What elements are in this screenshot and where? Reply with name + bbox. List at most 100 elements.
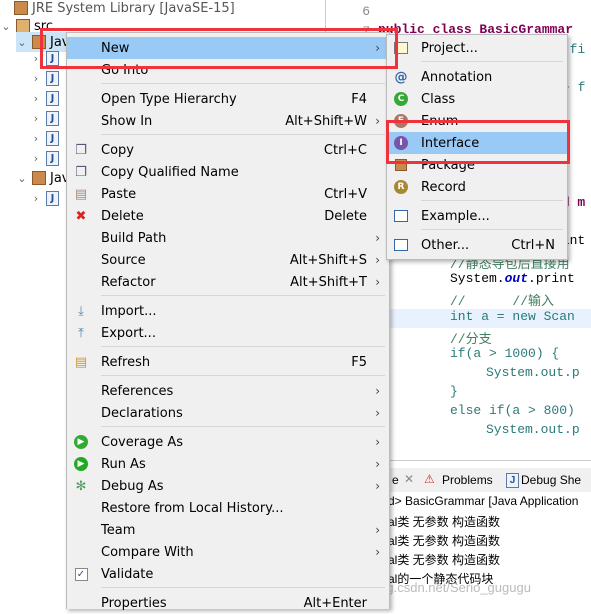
chevron-right-icon: › bbox=[375, 406, 380, 420]
menu-item-refactor[interactable]: Refactor Alt+Shift+T › bbox=[67, 271, 389, 293]
chevron-down-icon[interactable]: ⌄ bbox=[0, 20, 12, 33]
menu-item-references[interactable]: References › bbox=[67, 380, 389, 402]
menu-separator bbox=[421, 61, 563, 62]
code-line: //分支 bbox=[450, 332, 492, 347]
menu-item-record[interactable]: R Record bbox=[387, 176, 567, 198]
paste-icon: ▤ bbox=[74, 186, 88, 202]
console-output-line: al类 无参数 构造函数 bbox=[388, 553, 501, 567]
tree-item-file[interactable]: › J bbox=[30, 148, 59, 168]
menu-item-label: References bbox=[101, 383, 174, 399]
tree-item-file[interactable]: › J bbox=[30, 88, 59, 108]
tree-item-file[interactable]: › J bbox=[30, 108, 59, 128]
tab-problems[interactable]: Problems bbox=[442, 473, 493, 487]
menu-item-label: Run As bbox=[101, 456, 146, 472]
menu-item-project[interactable]: Project... bbox=[387, 37, 567, 59]
menu-item-label: Copy bbox=[101, 142, 134, 158]
menu-item-label: Refactor bbox=[101, 274, 156, 290]
menu-item-class[interactable]: C Class bbox=[387, 88, 567, 110]
chevron-right-icon[interactable]: › bbox=[30, 72, 42, 85]
chevron-right-icon[interactable]: › bbox=[30, 92, 42, 105]
menu-separator bbox=[101, 375, 385, 376]
menu-item-copy-qualified-name[interactable]: ❐ Copy Qualified Name bbox=[67, 161, 389, 183]
tab-debug-shell[interactable]: Debug She bbox=[521, 473, 581, 487]
context-menu: New › Go Into Open Type Hierarchy F4 Show In A… bbox=[66, 32, 390, 611]
menu-item-show-in[interactable]: Show In Alt+Shift+W › bbox=[67, 110, 389, 132]
menu-item-delete[interactable]: ✖ Delete Delete bbox=[67, 205, 389, 227]
menu-item-other[interactable]: Other... Ctrl+N bbox=[387, 234, 567, 256]
menu-item-debug-as[interactable]: ✻ Debug As › bbox=[67, 475, 389, 497]
chevron-right-icon: › bbox=[375, 231, 380, 245]
package-icon bbox=[32, 171, 46, 185]
menu-item-export[interactable]: ⤒ Export... bbox=[67, 322, 389, 344]
chevron-right-icon[interactable]: › bbox=[30, 192, 42, 205]
shortcut-label: Ctrl+C bbox=[323, 142, 367, 158]
chevron-right-icon[interactable]: › bbox=[30, 132, 42, 145]
wizard-icon bbox=[393, 237, 409, 253]
shortcut-label: F5 bbox=[351, 354, 367, 370]
library-icon bbox=[14, 1, 28, 15]
menu-item-restore-from-local-history[interactable]: Restore from Local History... bbox=[67, 497, 389, 519]
tree-item-file[interactable]: › J bbox=[30, 188, 59, 208]
tab-console[interactable]: e bbox=[392, 473, 399, 487]
menu-item-label: Build Path bbox=[101, 230, 167, 246]
menu-item-example[interactable]: Example... bbox=[387, 205, 567, 227]
menu-separator bbox=[101, 134, 385, 135]
example-icon bbox=[393, 208, 409, 224]
menu-item-run-as[interactable]: ▶ Run As › bbox=[67, 453, 389, 475]
menu-item-source[interactable]: Source Alt+Shift+S › bbox=[67, 249, 389, 271]
menu-item-open-type-hierarchy[interactable]: Open Type Hierarchy F4 bbox=[67, 88, 389, 110]
menu-item-label: Import... bbox=[101, 303, 157, 319]
chevron-right-icon[interactable]: › bbox=[30, 152, 42, 165]
menu-item-label: Team bbox=[101, 522, 136, 538]
menu-item-label: Properties bbox=[101, 595, 167, 611]
menu-item-label: Paste bbox=[101, 186, 137, 202]
menu-separator bbox=[421, 200, 563, 201]
line-number: 6 bbox=[362, 4, 370, 19]
menu-item-build-path[interactable]: Build Path › bbox=[67, 227, 389, 249]
menu-item-properties[interactable]: Properties Alt+Enter bbox=[67, 592, 389, 614]
code-line: int a = new Scan bbox=[450, 309, 575, 324]
code-line: if(a > 1000) { bbox=[450, 346, 560, 361]
menu-separator bbox=[101, 83, 385, 84]
menu-item-annotation[interactable]: @ Annotation bbox=[387, 66, 567, 88]
chevron-down-icon[interactable]: ⌄ bbox=[16, 172, 28, 185]
shortcut-label: Alt+Shift+W bbox=[285, 113, 367, 129]
export-icon: ⤒ bbox=[78, 325, 84, 341]
code-line: // //输入 bbox=[450, 294, 555, 309]
menu-item-label: Annotation bbox=[421, 69, 493, 85]
record-icon: R bbox=[393, 179, 409, 195]
chevron-down-icon[interactable]: ⌄ bbox=[16, 36, 28, 49]
highlight-box-interface bbox=[386, 120, 570, 164]
menu-item-declarations[interactable]: Declarations › bbox=[67, 402, 389, 424]
source-folder-icon bbox=[16, 19, 30, 33]
menu-item-label: Coverage As bbox=[101, 434, 184, 450]
menu-item-compare-with[interactable]: Compare With › bbox=[67, 541, 389, 563]
menu-item-label: Export... bbox=[101, 325, 156, 341]
menu-item-refresh[interactable]: ▤ Refresh F5 bbox=[67, 351, 389, 373]
menu-item-team[interactable]: Team › bbox=[67, 519, 389, 541]
copy-qualified-icon: ❐ bbox=[75, 164, 87, 180]
java-file-warning-icon: J bbox=[46, 130, 59, 146]
tree-item-file[interactable]: › J bbox=[30, 68, 59, 88]
menu-item-label: Other... bbox=[421, 237, 470, 253]
tree-item-package[interactable]: ⌄ Jav bbox=[16, 168, 69, 188]
menu-item-import[interactable]: ⤓ Import... bbox=[67, 300, 389, 322]
coverage-icon: ▶ bbox=[73, 434, 89, 450]
menu-item-label: Compare With bbox=[101, 544, 194, 560]
menu-item-paste[interactable]: ▤ Paste Ctrl+V bbox=[67, 183, 389, 205]
console-header: d> BasicGrammar [Java Application bbox=[388, 494, 579, 508]
shortcut-label: F4 bbox=[351, 91, 367, 107]
menu-item-coverage-as[interactable]: ▶ Coverage As › bbox=[67, 431, 389, 453]
chevron-right-icon: › bbox=[375, 435, 380, 449]
menu-item-label: Copy Qualified Name bbox=[101, 164, 239, 180]
code-token: System. bbox=[450, 271, 505, 286]
menu-item-label: Open Type Hierarchy bbox=[101, 91, 237, 107]
code-line: System.out.p bbox=[486, 365, 580, 380]
shortcut-label: Alt+Shift+T bbox=[290, 274, 367, 290]
chevron-right-icon[interactable]: › bbox=[30, 112, 42, 125]
code-token: out bbox=[504, 271, 529, 286]
menu-item-validate[interactable]: ✓ Validate bbox=[67, 563, 389, 585]
tree-item-file[interactable]: › J bbox=[30, 128, 59, 148]
menu-item-copy[interactable]: ❐ Copy Ctrl+C bbox=[67, 139, 389, 161]
close-icon[interactable]: ✕ bbox=[404, 472, 414, 486]
